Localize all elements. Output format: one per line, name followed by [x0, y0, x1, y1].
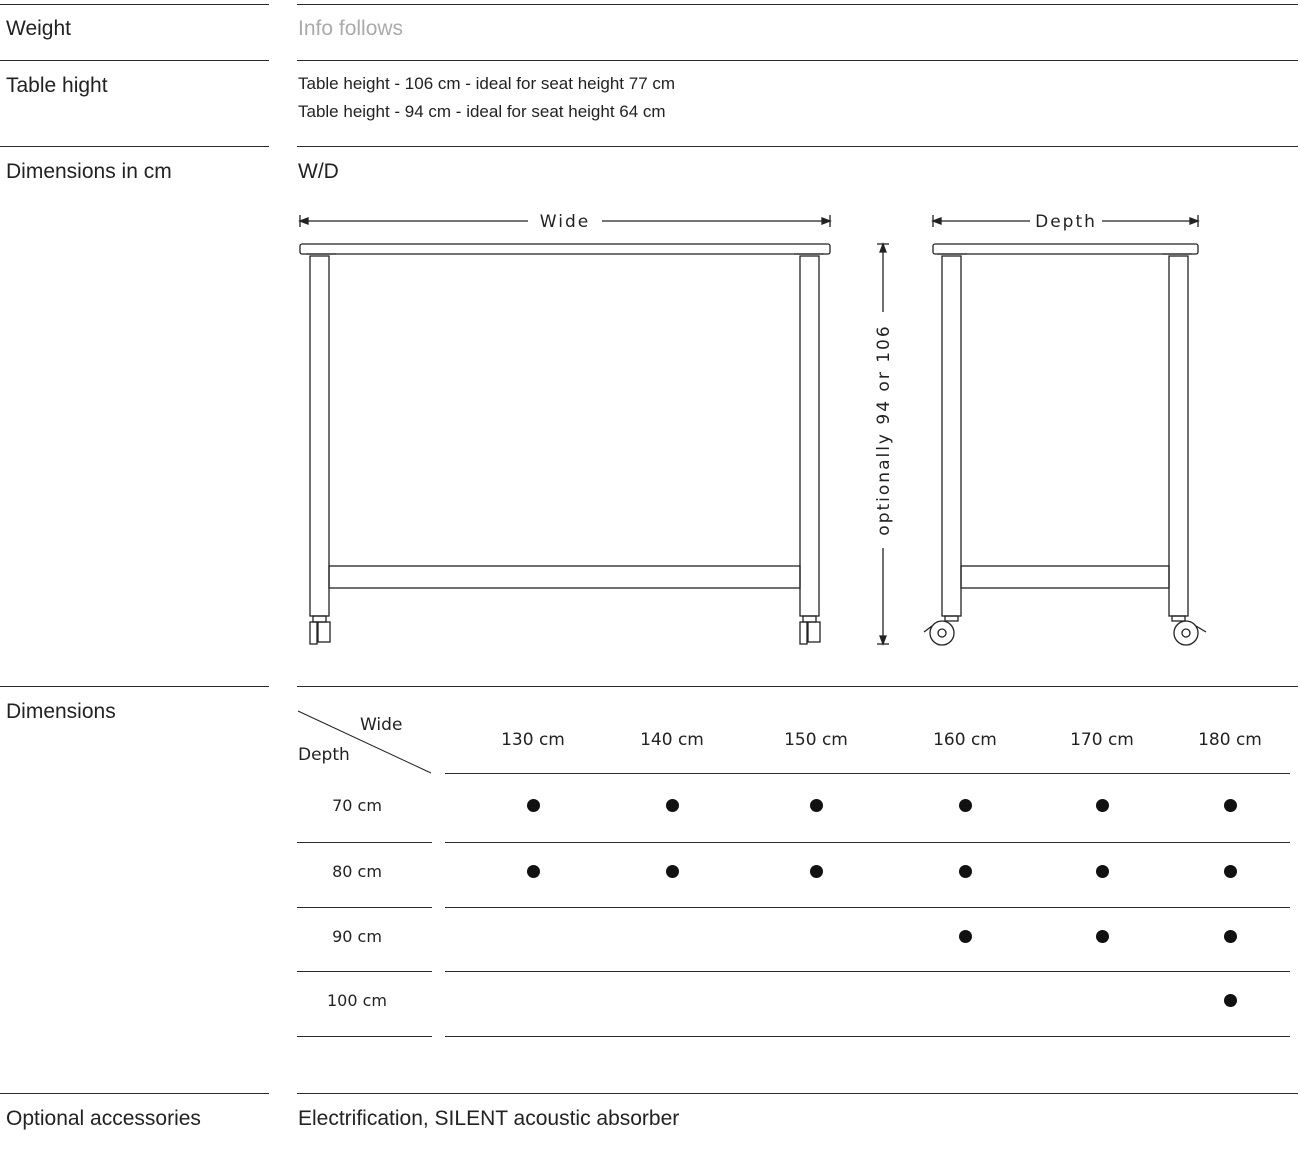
depth-row-label: 90 cm — [332, 927, 382, 946]
availability-dot — [810, 799, 823, 812]
availability-dot — [666, 799, 679, 812]
accessories-label: Optional accessories — [6, 1107, 201, 1130]
table-divider — [297, 1036, 432, 1037]
depth-row-label: 70 cm — [332, 796, 382, 815]
table-divider — [445, 971, 1290, 972]
availability-dot — [959, 930, 972, 943]
width-header: 130 cm — [501, 730, 565, 750]
accessories-value: Electrification, SILENT acoustic absorbe… — [298, 1107, 680, 1130]
width-header: 160 cm — [933, 730, 997, 750]
availability-dot — [1224, 799, 1237, 812]
table-divider — [297, 907, 432, 908]
width-header: 140 cm — [640, 730, 704, 750]
divider — [297, 1093, 1298, 1094]
availability-dot — [527, 799, 540, 812]
availability-dot — [527, 865, 540, 878]
table-divider — [297, 842, 432, 843]
divider — [0, 1093, 269, 1094]
availability-dot — [810, 865, 823, 878]
availability-dot — [1096, 930, 1109, 943]
dimensions-table-corner — [297, 710, 432, 774]
depth-row-label: 80 cm — [332, 862, 382, 881]
availability-dot — [666, 865, 679, 878]
table-divider — [445, 773, 1290, 774]
availability-dot — [959, 865, 972, 878]
corner-wide-label: Wide — [360, 715, 403, 735]
width-header: 170 cm — [1070, 730, 1134, 750]
corner-depth-label: Depth — [298, 745, 350, 765]
width-header: 150 cm — [784, 730, 848, 750]
table-divider — [445, 907, 1290, 908]
availability-dot — [1224, 994, 1237, 1007]
table-divider — [297, 971, 432, 972]
availability-dot — [1224, 865, 1237, 878]
availability-dot — [1224, 930, 1237, 943]
table-divider — [445, 1036, 1290, 1037]
availability-dot — [1096, 865, 1109, 878]
depth-row-label: 100 cm — [326, 991, 387, 1010]
table-divider — [445, 842, 1290, 843]
availability-dot — [1096, 799, 1109, 812]
availability-dot — [959, 799, 972, 812]
width-header: 180 cm — [1198, 730, 1262, 750]
